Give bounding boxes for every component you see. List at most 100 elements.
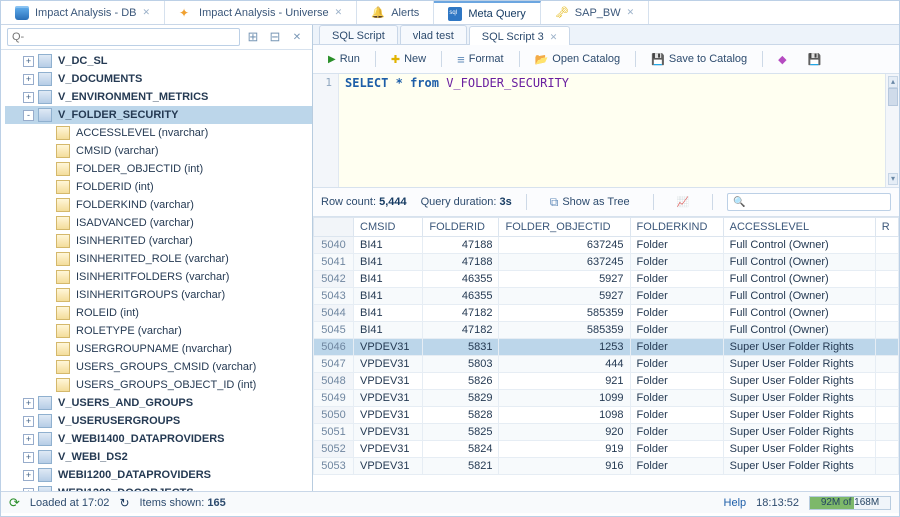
- table-cell[interactable]: Folder: [630, 271, 723, 288]
- table-row[interactable]: 5041BI4147188637245FolderFull Control (O…: [314, 254, 899, 271]
- object-search-input[interactable]: [7, 28, 240, 46]
- table-cell[interactable]: BI41: [354, 322, 423, 339]
- table-row[interactable]: 5052VPDEV315824919FolderSuper User Folde…: [314, 441, 899, 458]
- table-cell[interactable]: 47188: [423, 237, 499, 254]
- table-cell[interactable]: BI41: [354, 305, 423, 322]
- table-cell[interactable]: Folder: [630, 373, 723, 390]
- tree-column-item[interactable]: ISINHERITGROUPS (varchar): [5, 286, 312, 304]
- table-cell[interactable]: 5826: [423, 373, 499, 390]
- clear-search-button[interactable]: [288, 28, 306, 46]
- table-cell[interactable]: Full Control (Owner): [723, 288, 875, 305]
- table-cell[interactable]: 920: [499, 424, 630, 441]
- expand-all-button[interactable]: [244, 28, 262, 46]
- tree-toggle[interactable]: +: [23, 398, 34, 409]
- tree-column-item[interactable]: FOLDERKIND (varchar): [5, 196, 312, 214]
- table-row[interactable]: 5049VPDEV3158291099FolderSuper User Fold…: [314, 390, 899, 407]
- tree-column-item[interactable]: ISINHERITFOLDERS (varchar): [5, 268, 312, 286]
- table-cell[interactable]: 47182: [423, 322, 499, 339]
- table-cell[interactable]: VPDEV31: [354, 424, 423, 441]
- tree-table-item[interactable]: +WEBI1200_DOCOBJECTS: [5, 484, 312, 491]
- table-cell[interactable]: VPDEV31: [354, 356, 423, 373]
- tree-table-item[interactable]: -V_FOLDER_SECURITY: [5, 106, 312, 124]
- table-cell[interactable]: Super User Folder Rights: [723, 407, 875, 424]
- table-cell[interactable]: Super User Folder Rights: [723, 356, 875, 373]
- table-cell[interactable]: 5828: [423, 407, 499, 424]
- table-cell[interactable]: BI41: [354, 237, 423, 254]
- table-cell[interactable]: Folder: [630, 288, 723, 305]
- collapse-all-button[interactable]: [266, 28, 284, 46]
- table-cell[interactable]: 921: [499, 373, 630, 390]
- tree-toggle[interactable]: +: [23, 470, 34, 481]
- table-cell[interactable]: 47188: [423, 254, 499, 271]
- results-grid-wrap[interactable]: CMSIDFOLDERIDFOLDER_OBJECTIDFOLDERKINDAC…: [313, 217, 899, 491]
- table-cell[interactable]: Folder: [630, 339, 723, 356]
- tree-toggle[interactable]: +: [23, 434, 34, 445]
- table-cell[interactable]: Super User Folder Rights: [723, 458, 875, 475]
- table-row[interactable]: 5047VPDEV315803444FolderSuper User Folde…: [314, 356, 899, 373]
- table-cell[interactable]: Folder: [630, 322, 723, 339]
- close-icon[interactable]: ✕: [142, 7, 150, 18]
- tree-column-item[interactable]: ISADVANCED (varchar): [5, 214, 312, 232]
- tree-toggle[interactable]: -: [23, 110, 34, 121]
- tree-table-item[interactable]: +V_DOCUMENTS: [5, 70, 312, 88]
- tree-table-item[interactable]: +V_ENVIRONMENT_METRICS: [5, 88, 312, 106]
- table-cell[interactable]: Full Control (Owner): [723, 322, 875, 339]
- close-icon[interactable]: ✕: [627, 7, 635, 18]
- tree-column-item[interactable]: USERS_GROUPS_CMSID (varchar): [5, 358, 312, 376]
- table-cell[interactable]: Folder: [630, 424, 723, 441]
- table-cell[interactable]: 916: [499, 458, 630, 475]
- column-header[interactable]: CMSID: [354, 218, 423, 237]
- table-cell[interactable]: 5824: [423, 441, 499, 458]
- table-cell[interactable]: Folder: [630, 441, 723, 458]
- table-cell[interactable]: VPDEV31: [354, 407, 423, 424]
- scroll-thumb[interactable]: [888, 88, 898, 106]
- table-row[interactable]: 5048VPDEV315826921FolderSuper User Folde…: [314, 373, 899, 390]
- table-cell[interactable]: VPDEV31: [354, 390, 423, 407]
- table-cell[interactable]: Super User Folder Rights: [723, 441, 875, 458]
- table-row[interactable]: 5053VPDEV315821916FolderSuper User Folde…: [314, 458, 899, 475]
- table-cell[interactable]: Folder: [630, 305, 723, 322]
- results-grid[interactable]: CMSIDFOLDERIDFOLDER_OBJECTIDFOLDERKINDAC…: [313, 217, 899, 475]
- table-cell[interactable]: 5829: [423, 390, 499, 407]
- format-button[interactable]: Format: [448, 49, 512, 69]
- table-row[interactable]: 5050VPDEV3158281098FolderSuper User Fold…: [314, 407, 899, 424]
- tree-toggle[interactable]: +: [23, 416, 34, 427]
- table-cell[interactable]: 5825: [423, 424, 499, 441]
- tree-column-item[interactable]: FOLDER_OBJECTID (int): [5, 160, 312, 178]
- table-row[interactable]: 5042BI41463555927FolderFull Control (Own…: [314, 271, 899, 288]
- table-cell[interactable]: Folder: [630, 254, 723, 271]
- table-cell[interactable]: Folder: [630, 237, 723, 254]
- table-cell[interactable]: 585359: [499, 305, 630, 322]
- extra-button-1[interactable]: [769, 49, 795, 69]
- results-search-input[interactable]: [727, 193, 891, 211]
- table-cell[interactable]: VPDEV31: [354, 373, 423, 390]
- table-cell[interactable]: 585359: [499, 322, 630, 339]
- tree-toggle[interactable]: +: [23, 452, 34, 463]
- script-tab[interactable]: SQL Script 3✕: [469, 26, 571, 45]
- table-cell[interactable]: 444: [499, 356, 630, 373]
- table-cell[interactable]: Folder: [630, 407, 723, 424]
- tree-toggle[interactable]: +: [23, 92, 34, 103]
- tree-table-item[interactable]: +V_WEBI_DS2: [5, 448, 312, 466]
- tree-column-item[interactable]: FOLDERID (int): [5, 178, 312, 196]
- run-button[interactable]: Run: [319, 49, 369, 69]
- tree-table-item[interactable]: +V_WEBI1400_DATAPROVIDERS: [5, 430, 312, 448]
- table-cell[interactable]: Full Control (Owner): [723, 271, 875, 288]
- column-header[interactable]: R: [875, 218, 898, 237]
- table-cell[interactable]: Super User Folder Rights: [723, 390, 875, 407]
- tree-column-item[interactable]: ROLETYPE (varchar): [5, 322, 312, 340]
- tree-table-item[interactable]: +V_DC_SL: [5, 52, 312, 70]
- tree-column-item[interactable]: USERGROUPNAME (nvarchar): [5, 340, 312, 358]
- script-tab[interactable]: SQL Script: [319, 25, 398, 44]
- tree-toggle[interactable]: +: [23, 488, 34, 492]
- table-cell[interactable]: 637245: [499, 254, 630, 271]
- tree-toggle[interactable]: +: [23, 56, 34, 67]
- table-cell[interactable]: 5927: [499, 271, 630, 288]
- top-tab[interactable]: Impact Analysis - Universe✕: [165, 1, 357, 24]
- table-cell[interactable]: 47182: [423, 305, 499, 322]
- tree-column-item[interactable]: ACCESSLEVEL (nvarchar): [5, 124, 312, 142]
- table-row[interactable]: 5043BI41463555927FolderFull Control (Own…: [314, 288, 899, 305]
- table-cell[interactable]: Super User Folder Rights: [723, 339, 875, 356]
- new-button[interactable]: New: [382, 49, 435, 69]
- column-header[interactable]: FOLDERKIND: [630, 218, 723, 237]
